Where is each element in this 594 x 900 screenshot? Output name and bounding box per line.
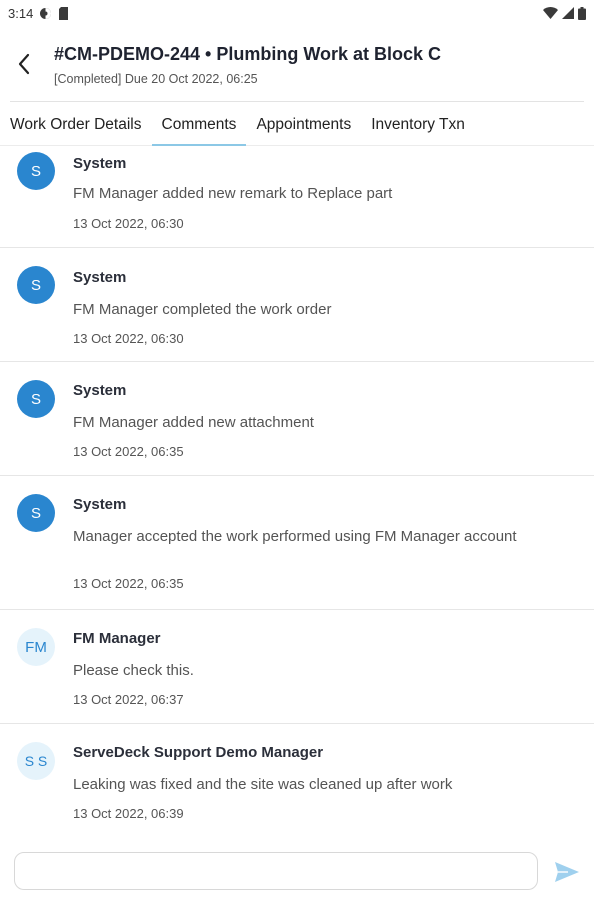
- comment-timestamp: 13 Oct 2022, 06:30: [73, 331, 184, 346]
- comment-text: FM Manager completed the work order: [73, 301, 332, 318]
- notification-app-icon: [39, 7, 52, 20]
- comment-timestamp: 13 Oct 2022, 06:35: [73, 444, 184, 459]
- avatar: S: [17, 266, 55, 304]
- tab-appointments[interactable]: Appointments: [246, 104, 361, 145]
- app-header: #CM-PDEMO-244 • Plumbing Work at Block C…: [0, 26, 594, 102]
- comment-author: System: [73, 155, 127, 172]
- avatar: S: [17, 152, 55, 190]
- tab-bar: Work Order Details Comments Appointments…: [0, 104, 594, 146]
- tab-work-order-details[interactable]: Work Order Details: [0, 104, 152, 145]
- signal-icon: [562, 7, 574, 19]
- comment-composer: [0, 840, 594, 900]
- comment-author: ServeDeck Support Demo Manager: [73, 744, 324, 761]
- chevron-left-icon: [18, 53, 30, 75]
- comment-author: System: [73, 496, 127, 513]
- send-icon: [555, 862, 579, 882]
- comment-timestamp: 13 Oct 2022, 06:35: [73, 576, 184, 591]
- avatar: S: [17, 494, 55, 532]
- comment-timestamp: 13 Oct 2022, 06:39: [73, 806, 184, 821]
- comment-item: S System FM Manager added new attachment…: [0, 362, 594, 476]
- status-right: [543, 6, 586, 20]
- tab-comments[interactable]: Comments: [151, 104, 247, 146]
- comment-text: FM Manager added new attachment: [73, 414, 314, 431]
- comment-author: System: [73, 269, 127, 286]
- avatar: S: [17, 380, 55, 418]
- work-order-status-due: [Completed] Due 20 Oct 2022, 06:25: [54, 72, 258, 86]
- comment-text: Manager accepted the work performed usin…: [73, 528, 517, 545]
- comment-item: S System Manager accepted the work perfo…: [0, 476, 594, 610]
- comment-text: Please check this.: [73, 662, 194, 679]
- comment-timestamp: 13 Oct 2022, 06:30: [73, 216, 184, 231]
- status-bar: 3:14: [0, 0, 594, 26]
- page-title: #CM-PDEMO-244 • Plumbing Work at Block C: [54, 44, 442, 64]
- comment-item: S S ServeDeck Support Demo Manager Leaki…: [0, 724, 594, 836]
- battery-icon: [578, 6, 586, 20]
- comment-text: FM Manager added new remark to Replace p…: [73, 185, 393, 202]
- status-time: 3:14: [8, 5, 34, 21]
- sd-card-icon: [58, 6, 69, 20]
- status-left: 3:14: [8, 6, 69, 21]
- comment-item: S System FM Manager completed the work o…: [0, 248, 594, 362]
- avatar: FM: [17, 628, 55, 666]
- comments-list[interactable]: S System FM Manager added new remark to …: [0, 146, 594, 836]
- comment-input[interactable]: [14, 852, 538, 890]
- back-button[interactable]: [10, 50, 38, 78]
- comment-item: S System FM Manager added new remark to …: [0, 146, 594, 248]
- avatar: S S: [17, 742, 55, 780]
- comment-item: FM FM Manager Please check this. 13 Oct …: [0, 610, 594, 724]
- tab-inventory-txn[interactable]: Inventory Txn: [361, 104, 475, 145]
- comment-author: System: [73, 382, 127, 399]
- send-button[interactable]: [552, 858, 582, 886]
- comment-timestamp: 13 Oct 2022, 06:37: [73, 692, 184, 707]
- wifi-icon: [543, 7, 558, 19]
- comment-text: Leaking was fixed and the site was clean…: [73, 776, 453, 793]
- comment-author: FM Manager: [73, 630, 161, 647]
- header-divider: [10, 101, 584, 102]
